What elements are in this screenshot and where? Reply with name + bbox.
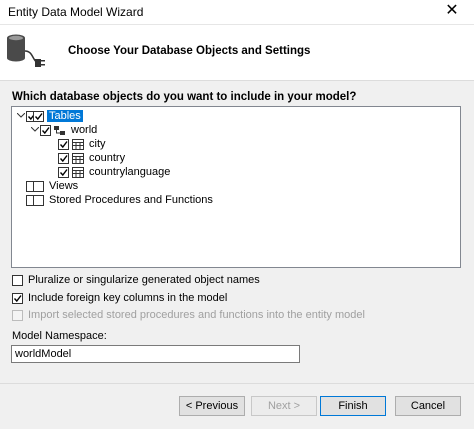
next-button: Next > [251, 396, 317, 416]
tables-checkbox-stack [33, 110, 44, 122]
views-checkbox-stack [33, 180, 44, 192]
namespace-label: Model Namespace: [12, 330, 107, 342]
tree-label-views: Views [49, 180, 79, 192]
tree-label-country: country [89, 152, 126, 164]
tree-node-procedures[interactable]: Stored Procedures and Functions [26, 193, 215, 207]
pluralize-label: Pluralize or singularize generated objec… [28, 274, 260, 286]
tree-node-countrylanguage[interactable]: countrylanguage [58, 165, 172, 179]
close-icon[interactable]: ✕ [430, 0, 474, 24]
previous-button[interactable]: < Previous [179, 396, 245, 416]
world-checkbox[interactable] [40, 124, 51, 136]
collapse-arrow-icon[interactable] [30, 123, 40, 137]
country-checkbox[interactable] [58, 152, 69, 164]
tree-node-country[interactable]: country [58, 151, 127, 165]
tree-node-world[interactable]: world [30, 123, 99, 137]
wizard-header: Choose Your Database Objects and Setting… [0, 25, 474, 81]
namespace-input[interactable] [11, 345, 300, 363]
import-procs-checkbox [12, 309, 23, 321]
objects-question: Which database objects do you want to in… [12, 91, 357, 103]
objects-tree[interactable]: Tables world city country countrylanguag… [11, 106, 461, 268]
footer-divider [0, 383, 474, 384]
tree-label-tables: Tables [47, 110, 83, 122]
cancel-button[interactable]: Cancel [395, 396, 461, 416]
pluralize-checkbox[interactable] [12, 274, 23, 286]
procedures-checkbox-stack [33, 194, 44, 206]
tree-node-views[interactable]: Views [26, 179, 80, 193]
foreign-keys-checkbox[interactable] [12, 292, 23, 304]
tree-label-city: city [89, 138, 106, 150]
tree-node-city[interactable]: city [58, 137, 108, 151]
window-title: Entity Data Model Wizard [8, 5, 144, 19]
tree-label-procedures: Stored Procedures and Functions [49, 194, 213, 206]
foreign-keys-option[interactable]: Include foreign key columns in the model [12, 292, 227, 304]
pluralize-option[interactable]: Pluralize or singularize generated objec… [12, 274, 260, 286]
table-icon [72, 152, 84, 164]
foreign-keys-label: Include foreign key columns in the model [28, 292, 228, 304]
import-procs-option: Import selected stored procedures and fu… [12, 309, 365, 321]
page-heading: Choose Your Database Objects and Setting… [68, 45, 311, 57]
city-checkbox[interactable] [58, 138, 69, 150]
title-bar: Entity Data Model Wizard ✕ [0, 0, 474, 25]
tree-label-world: world [71, 124, 98, 136]
table-icon [72, 138, 84, 150]
finish-button[interactable]: Finish [320, 396, 386, 416]
collapse-arrow-icon[interactable] [16, 109, 26, 123]
database-connection-icon [7, 34, 45, 67]
import-procs-label: Import selected stored procedures and fu… [28, 309, 365, 321]
tree-label-countrylanguage: countrylanguage [89, 166, 171, 178]
tree-node-tables[interactable]: Tables [16, 109, 83, 123]
table-icon [72, 166, 84, 178]
countrylanguage-checkbox[interactable] [58, 166, 69, 178]
schema-icon [54, 125, 66, 136]
